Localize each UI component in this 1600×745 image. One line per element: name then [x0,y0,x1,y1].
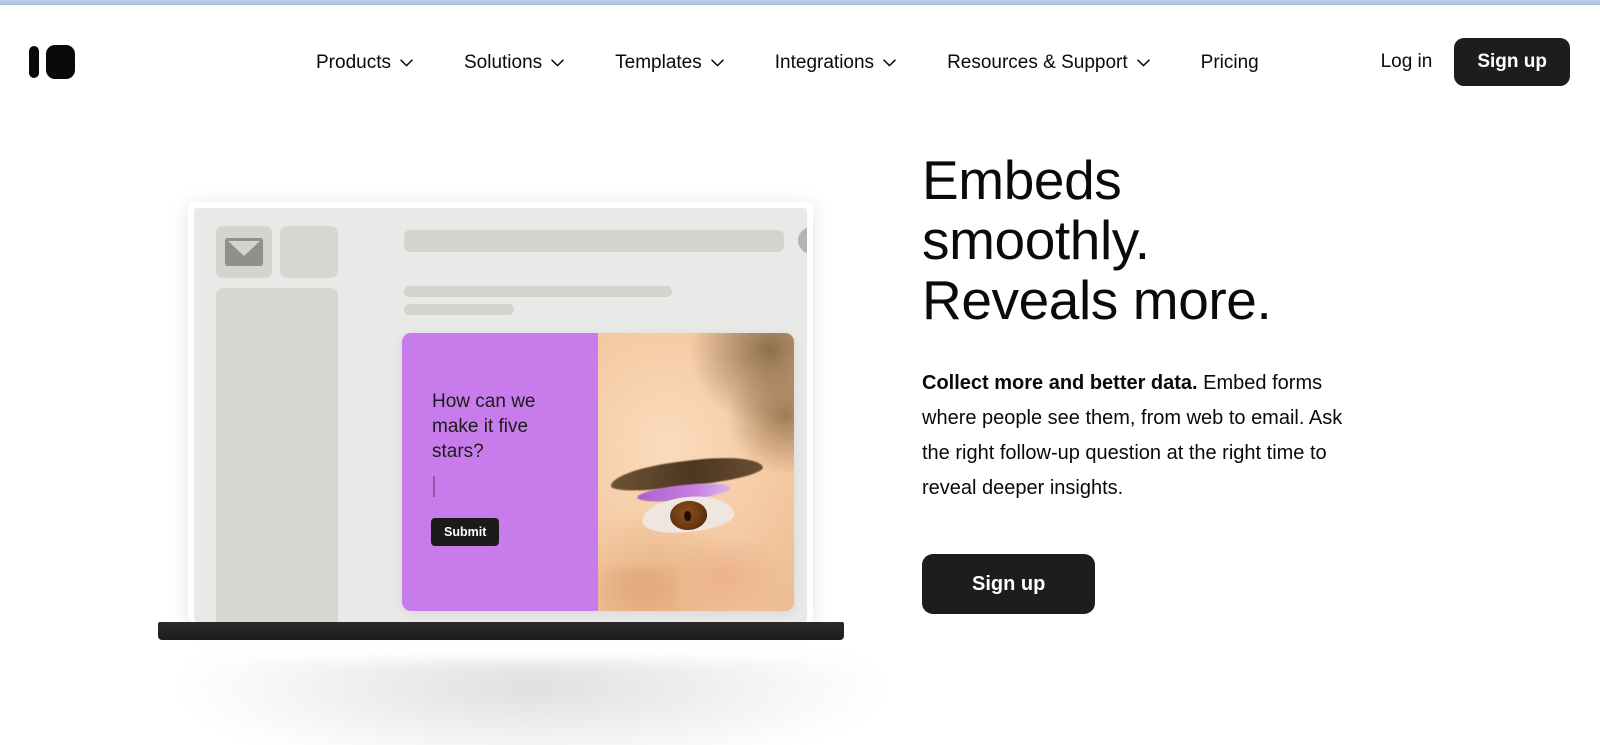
mock-email-client: How can we make it five stars? Submit [194,208,807,622]
mock-avatar [798,227,807,254]
headline-line-2: smoothly. [922,209,1150,271]
mock-subject-bar [404,230,784,252]
nav-item-solutions[interactable]: Solutions [464,49,585,77]
form-photo-panel [598,333,794,611]
mock-text-line-2 [404,304,514,315]
envelope-flap [228,241,260,256]
signup-button-hero[interactable]: Sign up [922,554,1096,614]
chevron-down-icon [883,59,896,67]
nav-label-templates: Templates [615,52,702,73]
form-question-panel: How can we make it five stars? Submit [402,333,598,611]
chevron-down-icon [711,59,724,67]
page-root: Products Solutions Templates Integration… [0,0,1600,745]
form-question-text: How can we make it five stars? [432,391,536,462]
hero-illustration: How can we make it five stars? Submit [150,190,880,745]
nav-item-integrations[interactable]: Integrations [775,49,917,77]
nav-links: Products Solutions Templates Integration… [316,49,1259,77]
mock-sidebar [216,226,344,622]
hero-description-lead: Collect more and better data. [922,372,1198,394]
laptop-base [158,622,844,640]
laptop-shadow [180,660,880,745]
hero-description: Collect more and better data. Embed form… [922,366,1354,506]
nav-label-pricing: Pricing [1200,52,1259,73]
nav-label-resources-support: Resources & Support [947,52,1128,73]
hero-copy: Embeds smoothly. Reveals more. Collect m… [922,150,1382,614]
hero-cta-wrapper: Sign up [922,554,1382,614]
form-text-cursor [433,476,435,497]
face-photo [598,333,794,611]
mock-list-panel [216,288,338,622]
login-link[interactable]: Log in [1379,45,1435,79]
nav-label-solutions: Solutions [463,52,543,73]
hero-section: How can we make it five stars? Submit Em… [0,105,1600,745]
typeform-logo[interactable] [29,44,75,80]
signup-button-nav[interactable]: Sign up [1454,38,1570,86]
nose-shading [598,566,677,611]
cheek-highlight [672,533,787,611]
page-title: Embeds smoothly. Reveals more. [922,150,1382,330]
nav-label-integrations: Integrations [774,52,875,73]
nav-item-pricing[interactable]: Pricing [1201,49,1259,77]
mock-secondary-tile [280,226,338,278]
headline-line-1: Embeds [922,149,1122,211]
embedded-form-card: How can we make it five stars? Submit [402,333,794,611]
eye-group [636,480,747,536]
iris [668,499,708,531]
logo-bar-shape [29,46,39,78]
chevron-down-icon [1136,59,1150,67]
envelope-icon [225,238,263,266]
chevron-down-icon [551,59,564,67]
chevron-down-icon [400,59,413,67]
mock-text-line-1 [404,286,672,297]
main-navigation: Products Solutions Templates Integration… [0,5,1600,105]
nav-label-products: Products [316,52,391,73]
pupil [683,510,692,522]
mock-mail-tile [216,226,272,278]
logo-square-shape [46,45,75,79]
form-submit-button[interactable]: Submit [431,518,500,546]
nav-item-templates[interactable]: Templates [615,49,745,77]
headline-line-3: Reveals more. [922,269,1272,331]
nav-actions: Log in Sign up [1379,38,1570,86]
laptop-screen-frame: How can we make it five stars? Submit [188,202,813,622]
nav-item-products[interactable]: Products [316,49,434,77]
nav-item-resources-support[interactable]: Resources & Support [947,49,1171,77]
